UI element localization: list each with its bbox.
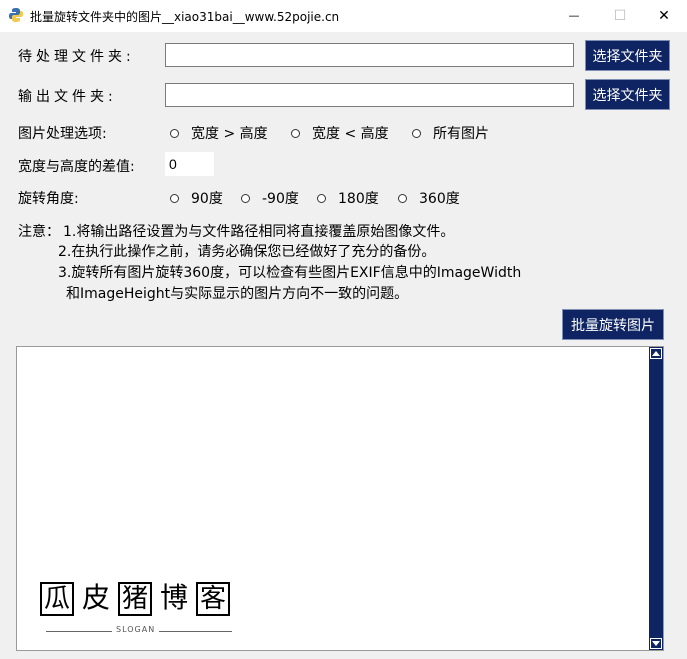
rotation-label: 旋转角度: (18, 191, 79, 207)
title-bar: 批量旋转文件夹中的图片__xiao31bai__www.52pojie.cn —… (0, 0, 687, 32)
radio-label: -90度 (262, 191, 299, 207)
python-app-icon (9, 8, 23, 22)
input-folder-label: 待处理文件夹: (18, 49, 135, 65)
output-folder-label: 输出文件夹: (18, 89, 117, 105)
radio-button-icon[interactable] (398, 193, 407, 203)
radio-button-icon[interactable] (241, 193, 250, 203)
radio-rotate-180[interactable]: 180度 (317, 188, 379, 208)
watermark-logo: 瓜 皮 猪 博 客 SLOGAN (40, 582, 240, 638)
logo-character: 瓜 (40, 582, 74, 616)
maximize-icon: ☐ (613, 7, 627, 24)
scroll-down-button[interactable] (650, 638, 662, 649)
close-button[interactable]: ✕ (641, 0, 687, 31)
radio-label: 宽度 > 高度 (191, 126, 268, 142)
select-output-folder-button[interactable]: 选择文件夹 (585, 79, 670, 110)
logo-character: 博 (159, 581, 188, 614)
radio-label: 360度 (419, 191, 460, 207)
close-icon: ✕ (658, 7, 670, 24)
maximize-button[interactable]: ☐ (597, 0, 643, 31)
scroll-up-button[interactable] (650, 348, 662, 359)
output-folder-field[interactable] (165, 83, 574, 107)
arrow-up-icon (652, 351, 660, 356)
radio-label: 宽度 < 高度 (312, 126, 389, 142)
radio-button-icon[interactable] (170, 128, 179, 138)
radio-width-greater[interactable]: 宽度 > 高度 (170, 123, 268, 143)
logo-character: 客 (196, 582, 230, 616)
radio-button-icon[interactable] (317, 193, 326, 203)
radio-button-icon[interactable] (412, 128, 421, 138)
radio-label: 所有图片 (433, 126, 489, 142)
note-line-3: 3.旋转所有图片旋转360度，可以检查有些图片EXIF信息中的ImageWidt… (58, 265, 522, 281)
arrow-down-icon (652, 641, 660, 646)
image-options-label: 图片处理选项: (18, 126, 107, 142)
batch-rotate-button[interactable]: 批量旋转图片 (562, 309, 664, 340)
difference-field[interactable] (165, 152, 214, 176)
select-input-folder-button[interactable]: 选择文件夹 (585, 40, 670, 71)
radio-rotate-minus-90[interactable]: -90度 (241, 188, 299, 208)
logo-character: 猪 (118, 582, 152, 616)
radio-rotate-360[interactable]: 360度 (398, 188, 460, 208)
logo-character: 皮 (81, 581, 110, 614)
difference-label: 宽度与高度的差值: (18, 159, 135, 175)
notes-prefix: 注意： (18, 224, 60, 240)
note-line-2: 2.在执行此操作之前，请务必确保您已经做好了充分的备份。 (58, 244, 436, 260)
radio-rotate-90[interactable]: 90度 (170, 188, 223, 208)
radio-label: 180度 (338, 191, 379, 207)
vertical-scrollbar[interactable] (649, 347, 663, 650)
note-line-1: 1.将输出路径设置为与文件路径相同将直接覆盖原始图像文件。 (63, 224, 455, 240)
minimize-icon: — (568, 9, 580, 22)
radio-button-icon[interactable] (291, 128, 300, 138)
input-folder-field[interactable] (165, 43, 574, 67)
radio-label: 90度 (191, 191, 223, 207)
radio-button-icon[interactable] (170, 193, 179, 203)
minimize-button[interactable]: — (551, 0, 597, 31)
logo-slogan: SLOGAN (112, 625, 160, 634)
note-line-4: 和ImageHeight与实际显示的图片方向不一致的问题。 (66, 286, 409, 302)
radio-width-less[interactable]: 宽度 < 高度 (291, 123, 389, 143)
window-title: 批量旋转文件夹中的图片__xiao31bai__www.52pojie.cn (30, 10, 340, 24)
radio-all-images[interactable]: 所有图片 (412, 123, 489, 143)
